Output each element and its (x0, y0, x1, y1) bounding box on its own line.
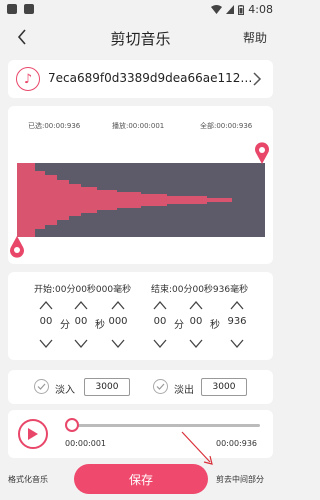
chevron-right-icon (253, 72, 262, 86)
end-sec-value[interactable]: 00 (185, 316, 207, 327)
total-time: 00:00:936 (216, 439, 258, 448)
play-icon (28, 428, 38, 440)
start-min-up-icon[interactable] (39, 301, 53, 310)
end-sec-down-icon[interactable] (189, 339, 203, 348)
progress-track[interactable] (72, 424, 260, 427)
start-sec-up-icon[interactable] (74, 301, 88, 310)
end-time-label: 结束:00分00秒936毫秒 (151, 285, 249, 295)
app-header: 剪切音乐 帮助 (0, 20, 281, 54)
battery-icon (238, 4, 245, 15)
current-time: 00:00:001 (65, 439, 107, 448)
end-min-value[interactable]: 00 (149, 316, 171, 327)
waveform-panel: 已选:00:00:936 播放:00:00:001 全部:00:00:936 (8, 106, 273, 264)
start-ms-down-icon[interactable] (111, 339, 125, 348)
file-selector[interactable]: ♪ 7eca689f0d3389d9dea66ae112e5... (8, 60, 273, 98)
fade-in-label: 淡入 (55, 385, 75, 396)
end-min-unit: 分 (174, 320, 184, 331)
help-button[interactable]: 帮助 (243, 29, 267, 46)
start-sec-unit: 秒 (95, 320, 105, 331)
end-sec-unit: 秒 (210, 320, 220, 331)
bottom-bar: 格式化音乐 保存 剪去中间部分 (0, 460, 281, 500)
play-button[interactable] (18, 419, 48, 449)
start-sec-value[interactable]: 00 (70, 316, 92, 327)
play-position: 播放:00:00:001 (112, 122, 165, 130)
end-sec-up-icon[interactable] (189, 301, 203, 310)
start-time-label: 开始:00分00秒000毫秒 (34, 285, 132, 295)
clock: 4:08 (248, 3, 273, 16)
wifi-icon (211, 5, 223, 14)
check-icon (156, 383, 165, 390)
signal-icon (226, 5, 235, 14)
cut-middle-button[interactable]: 剪去中间部分 (216, 474, 264, 485)
notification-icon (7, 4, 17, 14)
end-min-down-icon[interactable] (153, 339, 167, 348)
end-marker-handle[interactable] (254, 142, 270, 164)
fade-in-checkbox[interactable] (34, 379, 49, 394)
start-min-down-icon[interactable] (39, 339, 53, 348)
fade-out-input[interactable]: 3000 (201, 378, 247, 396)
start-sec-down-icon[interactable] (74, 339, 88, 348)
fade-in-input[interactable]: 3000 (84, 378, 130, 396)
start-marker-handle[interactable] (9, 236, 25, 258)
status-right: 4:08 (211, 3, 273, 16)
start-min-value[interactable]: 00 (35, 316, 57, 327)
annotation-arrow-icon (181, 431, 213, 465)
format-music-button[interactable]: 格式化音乐 (8, 474, 48, 485)
end-ms-up-icon[interactable] (230, 301, 244, 310)
selected-duration: 已选:00:00:936 (28, 122, 81, 130)
status-bar: 4:08 (0, 0, 281, 20)
end-ms-value[interactable]: 936 (226, 316, 248, 327)
fade-settings: 淡入 3000 淡出 3000 (8, 370, 273, 404)
time-editor: 开始:00分00秒000毫秒 结束:00分00秒936毫秒 00 分 00 秒 … (8, 272, 273, 360)
music-note-icon: ♪ (16, 67, 40, 91)
audio-player: 00:00:001 00:00:936 (8, 410, 273, 458)
total-duration: 全部:00:00:936 (200, 122, 253, 130)
file-name: 7eca689f0d3389d9dea66ae112e5... (48, 71, 253, 85)
start-ms-up-icon[interactable] (111, 301, 125, 310)
progress-knob[interactable] (65, 418, 79, 432)
check-icon (37, 383, 46, 390)
start-ms-value[interactable]: 000 (107, 316, 129, 327)
end-min-up-icon[interactable] (153, 301, 167, 310)
waveform[interactable] (17, 163, 265, 237)
fade-out-checkbox[interactable] (153, 379, 168, 394)
fade-out-label: 淡出 (174, 385, 194, 396)
end-ms-down-icon[interactable] (230, 339, 244, 348)
page-title: 剪切音乐 (110, 30, 171, 48)
notification-icon (24, 4, 34, 14)
